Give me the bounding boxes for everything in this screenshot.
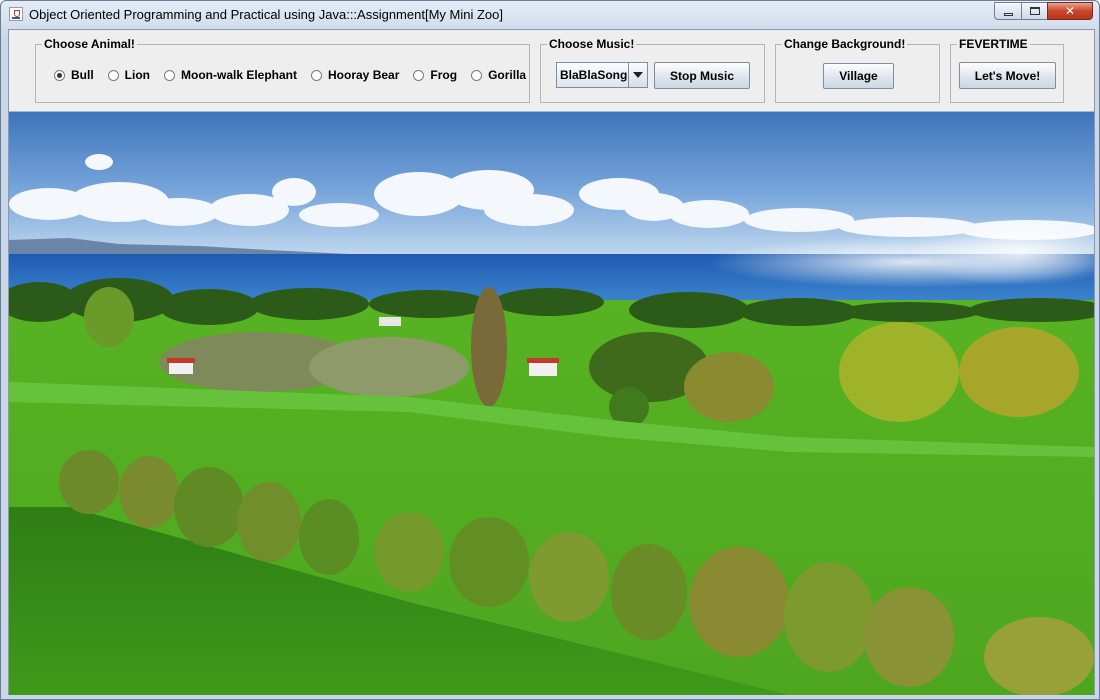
choose-animal-group: Choose Animal! Bull Lion Moon-walk Eleph… — [35, 37, 530, 103]
radio-indicator[interactable] — [164, 69, 175, 81]
radio-label: Moon-walk Elephant — [181, 68, 298, 82]
window-title: Object Oriented Programming and Practica… — [29, 7, 503, 22]
radio-bull[interactable]: Bull — [54, 68, 94, 82]
music-select-value: BlaBlaSong — [557, 63, 629, 87]
radio-gorilla[interactable]: Gorilla — [471, 68, 526, 82]
radio-label: Hooray Bear — [328, 68, 400, 82]
stop-music-button[interactable]: Stop Music — [654, 62, 750, 89]
radio-indicator[interactable] — [311, 69, 323, 81]
fevertime-group: FEVERTIME Let's Move! — [950, 37, 1064, 103]
title-bar[interactable]: Object Oriented Programming and Practica… — [1, 1, 1099, 27]
village-background-button[interactable]: Village — [823, 63, 894, 89]
app-window: Object Oriented Programming and Practica… — [0, 0, 1100, 700]
radio-moon-walk-elephant[interactable]: Moon-walk Elephant — [164, 68, 297, 82]
radio-lion[interactable]: Lion — [107, 68, 150, 82]
radio-label: Bull — [71, 68, 94, 82]
animal-radio-list: Bull Lion Moon-walk Elephant Hooray Bear — [54, 68, 540, 82]
dropdown-arrow-icon[interactable] — [629, 63, 647, 87]
minimize-icon — [1003, 12, 1013, 16]
radio-frog[interactable]: Frog — [413, 68, 457, 82]
minimize-button[interactable] — [994, 2, 1021, 20]
music-select[interactable]: BlaBlaSong — [556, 62, 648, 88]
radio-label: Lion — [124, 68, 150, 82]
change-background-group: Change Background! Village — [775, 37, 940, 103]
fevertime-legend: FEVERTIME — [957, 37, 1030, 51]
maximize-icon — [1029, 7, 1040, 15]
choose-music-legend: Choose Music! — [547, 37, 637, 51]
radio-indicator[interactable] — [471, 69, 483, 81]
control-panel: Choose Animal! Bull Lion Moon-walk Eleph… — [9, 30, 1094, 111]
radio-indicator[interactable] — [413, 69, 425, 81]
lets-move-button[interactable]: Let's Move! — [959, 62, 1056, 89]
window-controls: ✕ — [994, 2, 1093, 20]
zoo-background-scene[interactable] — [9, 111, 1094, 695]
java-app-icon[interactable] — [9, 7, 23, 21]
maximize-button[interactable] — [1021, 2, 1047, 20]
radio-label: Frog — [430, 68, 458, 82]
radio-label: Gorilla — [488, 68, 527, 82]
close-icon: ✕ — [1064, 4, 1076, 18]
village-landscape-image — [9, 112, 1094, 695]
choose-music-group: Choose Music! BlaBlaSong Stop Music — [540, 37, 765, 103]
radio-hooray-bear[interactable]: Hooray Bear — [311, 68, 399, 82]
radio-indicator[interactable] — [107, 69, 119, 81]
close-button[interactable]: ✕ — [1047, 2, 1093, 20]
radio-indicator[interactable] — [54, 69, 65, 81]
change-background-legend: Change Background! — [782, 37, 908, 51]
main-content: Choose Animal! Bull Lion Moon-walk Eleph… — [8, 29, 1095, 695]
choose-animal-legend: Choose Animal! — [42, 37, 137, 51]
